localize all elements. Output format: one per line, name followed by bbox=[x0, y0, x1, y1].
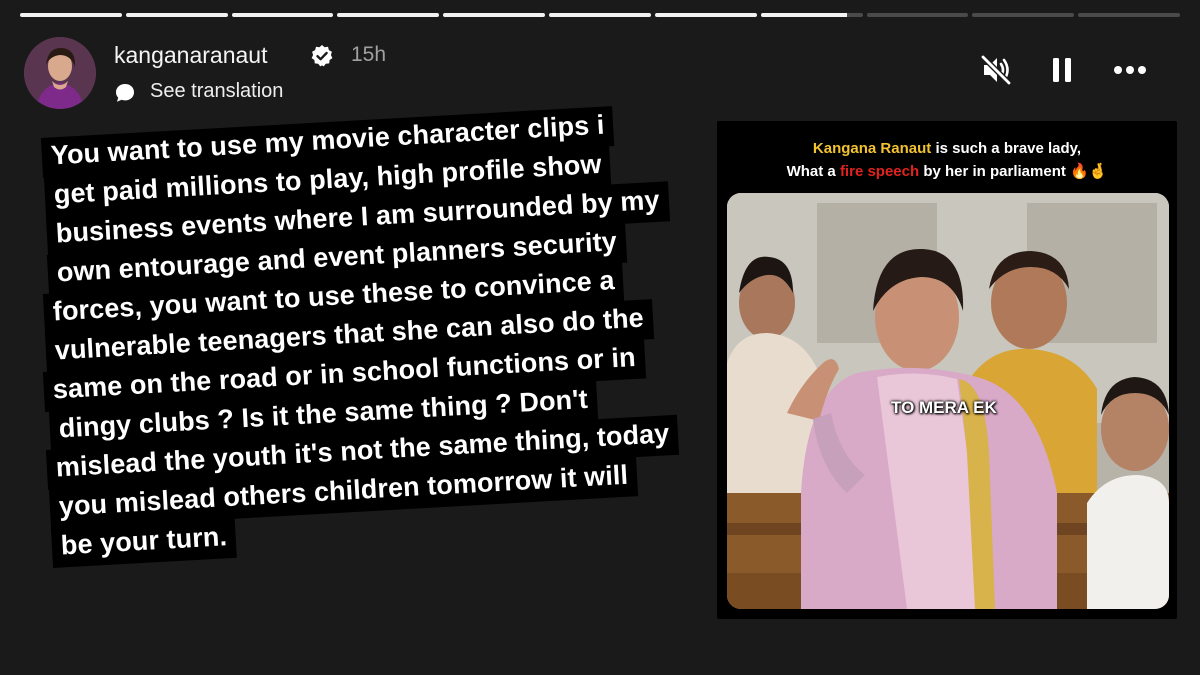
username[interactable]: kanganaranaut bbox=[114, 42, 267, 69]
progress-segment bbox=[125, 13, 228, 17]
mute-icon[interactable] bbox=[976, 50, 1016, 90]
progress-fill bbox=[337, 13, 440, 17]
progress-segment bbox=[20, 13, 122, 17]
progress-segment bbox=[972, 13, 1075, 17]
progress-segment bbox=[760, 13, 863, 17]
parliament-speech-image: TO MERA EK bbox=[727, 193, 1169, 609]
progress-segment bbox=[1078, 13, 1180, 17]
progress-segment bbox=[443, 13, 546, 17]
pause-icon[interactable] bbox=[1042, 50, 1082, 90]
caption-text: by her in parliament bbox=[919, 163, 1071, 180]
profile-avatar[interactable] bbox=[24, 37, 96, 109]
caption-emoji: 🔥🤞 bbox=[1070, 163, 1108, 180]
progress-fill bbox=[760, 13, 848, 17]
progress-fill bbox=[20, 13, 122, 17]
progress-fill bbox=[443, 13, 546, 17]
caption-name: Kangana Ranaut bbox=[812, 140, 932, 157]
story-progress-bar bbox=[20, 13, 1180, 17]
progress-segment bbox=[337, 13, 440, 17]
story-viewer: kanganaranaut 15h See translation You wa… bbox=[0, 0, 1200, 675]
verified-badge-icon bbox=[311, 45, 333, 67]
progress-segment bbox=[654, 13, 757, 17]
caption-text: is such a brave lady, bbox=[931, 140, 1082, 157]
shared-post-caption-line2: What a fire speech by her in parliament … bbox=[717, 162, 1177, 180]
progress-segment bbox=[549, 13, 651, 17]
progress-fill bbox=[125, 13, 228, 17]
caption-text: What a bbox=[786, 163, 840, 180]
progress-fill bbox=[549, 13, 651, 17]
progress-segment bbox=[866, 13, 969, 17]
caption-highlight: fire speech bbox=[839, 163, 920, 180]
shared-post-caption-line1: Kangana Ranaut is such a brave lady, bbox=[717, 140, 1177, 157]
video-subtitle: TO MERA EK bbox=[891, 398, 997, 417]
story-text-overlay: You want to use my movie character clips… bbox=[40, 106, 782, 618]
progress-segment bbox=[231, 13, 334, 17]
shared-post-card[interactable]: Kangana Ranaut is such a brave lady, Wha… bbox=[717, 121, 1177, 619]
speech-bubble-icon bbox=[116, 84, 134, 102]
progress-fill bbox=[654, 13, 757, 17]
story-header: kanganaranaut 15h See translation bbox=[24, 37, 1176, 109]
see-translation-link[interactable]: See translation bbox=[150, 80, 283, 103]
post-time: 15h bbox=[351, 43, 387, 66]
progress-fill bbox=[231, 13, 334, 17]
more-icon[interactable] bbox=[1110, 50, 1150, 90]
